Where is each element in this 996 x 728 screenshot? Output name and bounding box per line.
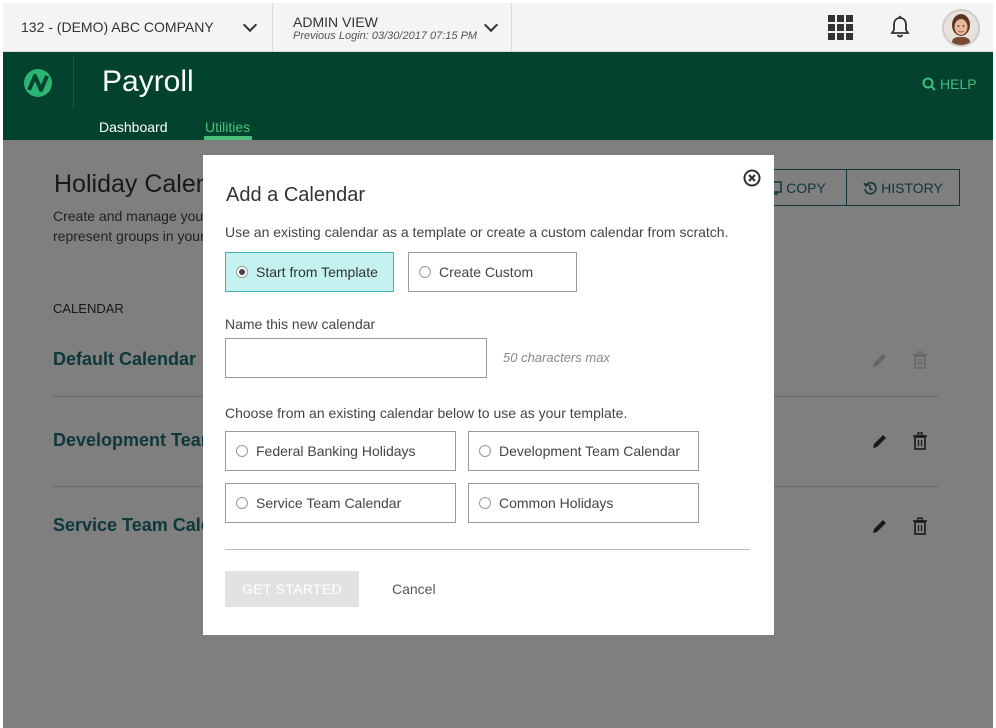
- template-option-development-team[interactable]: Development Team Calendar: [468, 431, 699, 471]
- radio-icon: [419, 266, 431, 278]
- add-calendar-modal: Add a Calendar Use an existing calendar …: [203, 155, 774, 635]
- bell-icon[interactable]: [889, 15, 911, 39]
- app-title: Payroll: [102, 65, 194, 98]
- tab-utilities[interactable]: Utilities: [205, 119, 250, 135]
- calendar-name-input[interactable]: [225, 338, 487, 378]
- company-selector[interactable]: 132 - (DEMO) ABC COMPANY: [3, 3, 273, 52]
- radio-icon: [236, 497, 248, 509]
- get-started-button[interactable]: GET STARTED: [225, 571, 359, 607]
- apps-grid-icon[interactable]: [828, 15, 853, 40]
- avatar[interactable]: [942, 9, 980, 47]
- template-option-federal-banking[interactable]: Federal Banking Holidays: [225, 431, 456, 471]
- company-name: 132 - (DEMO) ABC COMPANY: [21, 19, 214, 35]
- radio-icon: [236, 445, 248, 457]
- option-label: Start from Template: [256, 264, 378, 280]
- chevron-down-icon: [483, 17, 499, 33]
- option-label: Service Team Calendar: [256, 495, 402, 511]
- search-icon: [922, 77, 936, 91]
- top-bar: 132 - (DEMO) ABC COMPANY ADMIN VIEW Prev…: [3, 3, 993, 52]
- modal-divider: [225, 549, 750, 550]
- option-label: Federal Banking Holidays: [256, 443, 416, 459]
- previous-login-text: Previous Login: 03/30/2017 07:15 PM: [293, 30, 478, 42]
- radio-selected-icon: [236, 266, 248, 278]
- admin-view-label: ADMIN VIEW: [293, 14, 378, 30]
- header-divider: [73, 56, 74, 108]
- create-custom-option[interactable]: Create Custom: [408, 252, 577, 292]
- calendar-name-hint: 50 characters max: [503, 350, 610, 365]
- modal-description: Use an existing calendar as a template o…: [225, 224, 729, 240]
- chevron-down-icon: [242, 17, 258, 33]
- modal-title: Add a Calendar: [226, 184, 365, 206]
- cancel-button[interactable]: Cancel: [392, 581, 436, 597]
- calendar-name-label: Name this new calendar: [225, 316, 376, 332]
- admin-view-selector[interactable]: ADMIN VIEW Previous Login: 03/30/2017 07…: [274, 3, 512, 52]
- start-from-template-option[interactable]: Start from Template: [225, 252, 394, 292]
- tab-dashboard[interactable]: Dashboard: [99, 119, 168, 135]
- template-option-service-team[interactable]: Service Team Calendar: [225, 483, 456, 523]
- option-label: Common Holidays: [499, 495, 614, 511]
- logo-icon: [24, 69, 52, 97]
- help-link[interactable]: HELP: [922, 76, 977, 92]
- radio-icon: [479, 497, 491, 509]
- app-window: 132 - (DEMO) ABC COMPANY ADMIN VIEW Prev…: [3, 3, 993, 728]
- template-option-common-holidays[interactable]: Common Holidays: [468, 483, 699, 523]
- option-label: Create Custom: [439, 264, 534, 280]
- radio-icon: [479, 445, 491, 457]
- help-label: HELP: [940, 76, 977, 92]
- option-label: Development Team Calendar: [499, 443, 681, 459]
- app-header: Payroll HELP Dashboard Utilities: [3, 52, 993, 140]
- close-icon[interactable]: [743, 169, 761, 187]
- template-choice-label: Choose from an existing calendar below t…: [225, 405, 628, 421]
